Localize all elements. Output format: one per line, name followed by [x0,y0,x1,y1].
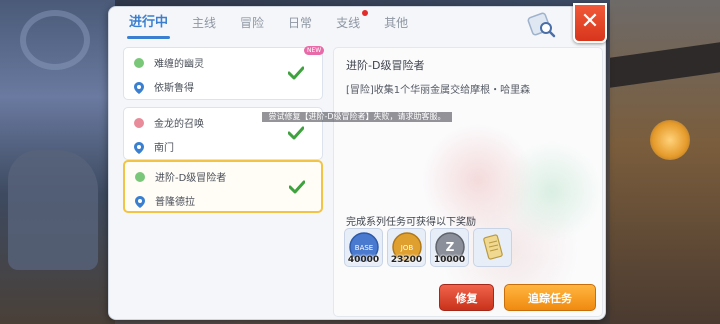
location-pin-icon [135,193,145,212]
quest-list: 难缠的幽灵 依斯鲁得 NEW 金龙的召唤 南门 进阶-D级冒险者 普隆德拉 [123,46,325,317]
reward-base-exp[interactable]: BASE 40000 [344,228,383,267]
tab-main[interactable]: 主线 [180,7,228,39]
svg-text:JOB: JOB [400,244,414,252]
tab-label: 其他 [384,16,409,30]
fix-button[interactable]: 修复 [439,284,494,311]
reward-value: 10000 [433,255,466,265]
quest-location: 普隆德拉 [155,197,195,208]
close-icon: ✕ [580,9,600,34]
svg-text:BASE: BASE [355,244,373,252]
tab-side[interactable]: 支线 [324,7,372,39]
track-quest-button[interactable]: 追踪任务 [504,284,596,311]
detail-title: 进阶-D级冒险者 [346,59,425,72]
detail-description: [冒险]收集1个华丽金属交给摩根・哈里森 [346,85,531,96]
tab-label: 支线 [336,16,361,30]
tab-other[interactable]: 其他 [372,7,420,39]
rock-decoration [8,150,98,270]
quest-title: 进阶-D级冒险者 [155,173,227,184]
quest-title: 难缠的幽灵 [154,59,204,70]
check-icon [287,65,305,84]
tab-label: 冒险 [240,16,265,30]
chain-decoration [20,10,90,70]
quest-item[interactable]: 难缠的幽灵 依斯鲁得 NEW [123,46,325,100]
check-icon [287,125,305,144]
quest-title: 金龙的召唤 [154,119,204,130]
reward-scroll[interactable] [473,228,512,267]
quest-type-icon [134,118,144,128]
check-icon [288,179,306,198]
search-quest-button[interactable] [527,11,557,39]
tab-label: 进行中 [129,15,169,30]
scroll-icon [483,234,503,260]
quest-type-icon [135,172,145,182]
reward-value: 40000 [347,255,380,265]
new-badge: NEW [304,46,325,55]
reward-job-exp[interactable]: JOB 23200 [387,228,426,267]
reward-list: BASE 40000 JOB 23200 Z 10000 [344,228,512,268]
fix-button-label: 修复 [455,292,478,305]
tab-in-progress[interactable]: 进行中 [117,7,180,39]
character-art [394,88,602,316]
lantern-decoration [650,120,690,160]
svg-text:Z: Z [446,240,455,254]
tab-label: 主线 [192,16,217,30]
tab-adventure[interactable]: 冒险 [228,7,276,39]
location-pin-icon [134,139,144,158]
notification-dot [362,10,369,16]
tab-daily[interactable]: 日常 [276,7,324,39]
quest-location: 南门 [154,143,174,154]
quest-item-selected[interactable]: 进阶-D级冒险者 普隆德拉 [123,160,323,213]
roof-decoration [610,42,720,88]
close-button[interactable]: ✕ [573,3,607,43]
search-icon [527,12,556,38]
quest-detail: 进阶-D级冒险者 [冒险]收集1个华丽金属交给摩根・哈里森 完成系列任务可获得以… [333,47,603,317]
error-toast: 尝试修复【进阶-D级冒险者】失败，请求助客服。 [262,112,452,122]
quest-type-icon [134,58,144,68]
tab-label: 日常 [288,16,313,30]
game-background-left [0,0,115,324]
location-pin-icon [134,79,144,98]
reward-zeny[interactable]: Z 10000 [430,228,469,267]
reward-value: 23200 [390,255,423,265]
game-background-right [610,0,720,324]
track-button-label: 追踪任务 [528,292,572,305]
reward-title: 完成系列任务可获得以下奖励 [346,217,476,228]
quest-location: 依斯鲁得 [154,83,194,94]
quest-panel: 进行中 主线 冒险 日常 支线 其他 ✕ 难缠的幽灵 依斯鲁得 NEW 金龙的召… [108,3,607,320]
